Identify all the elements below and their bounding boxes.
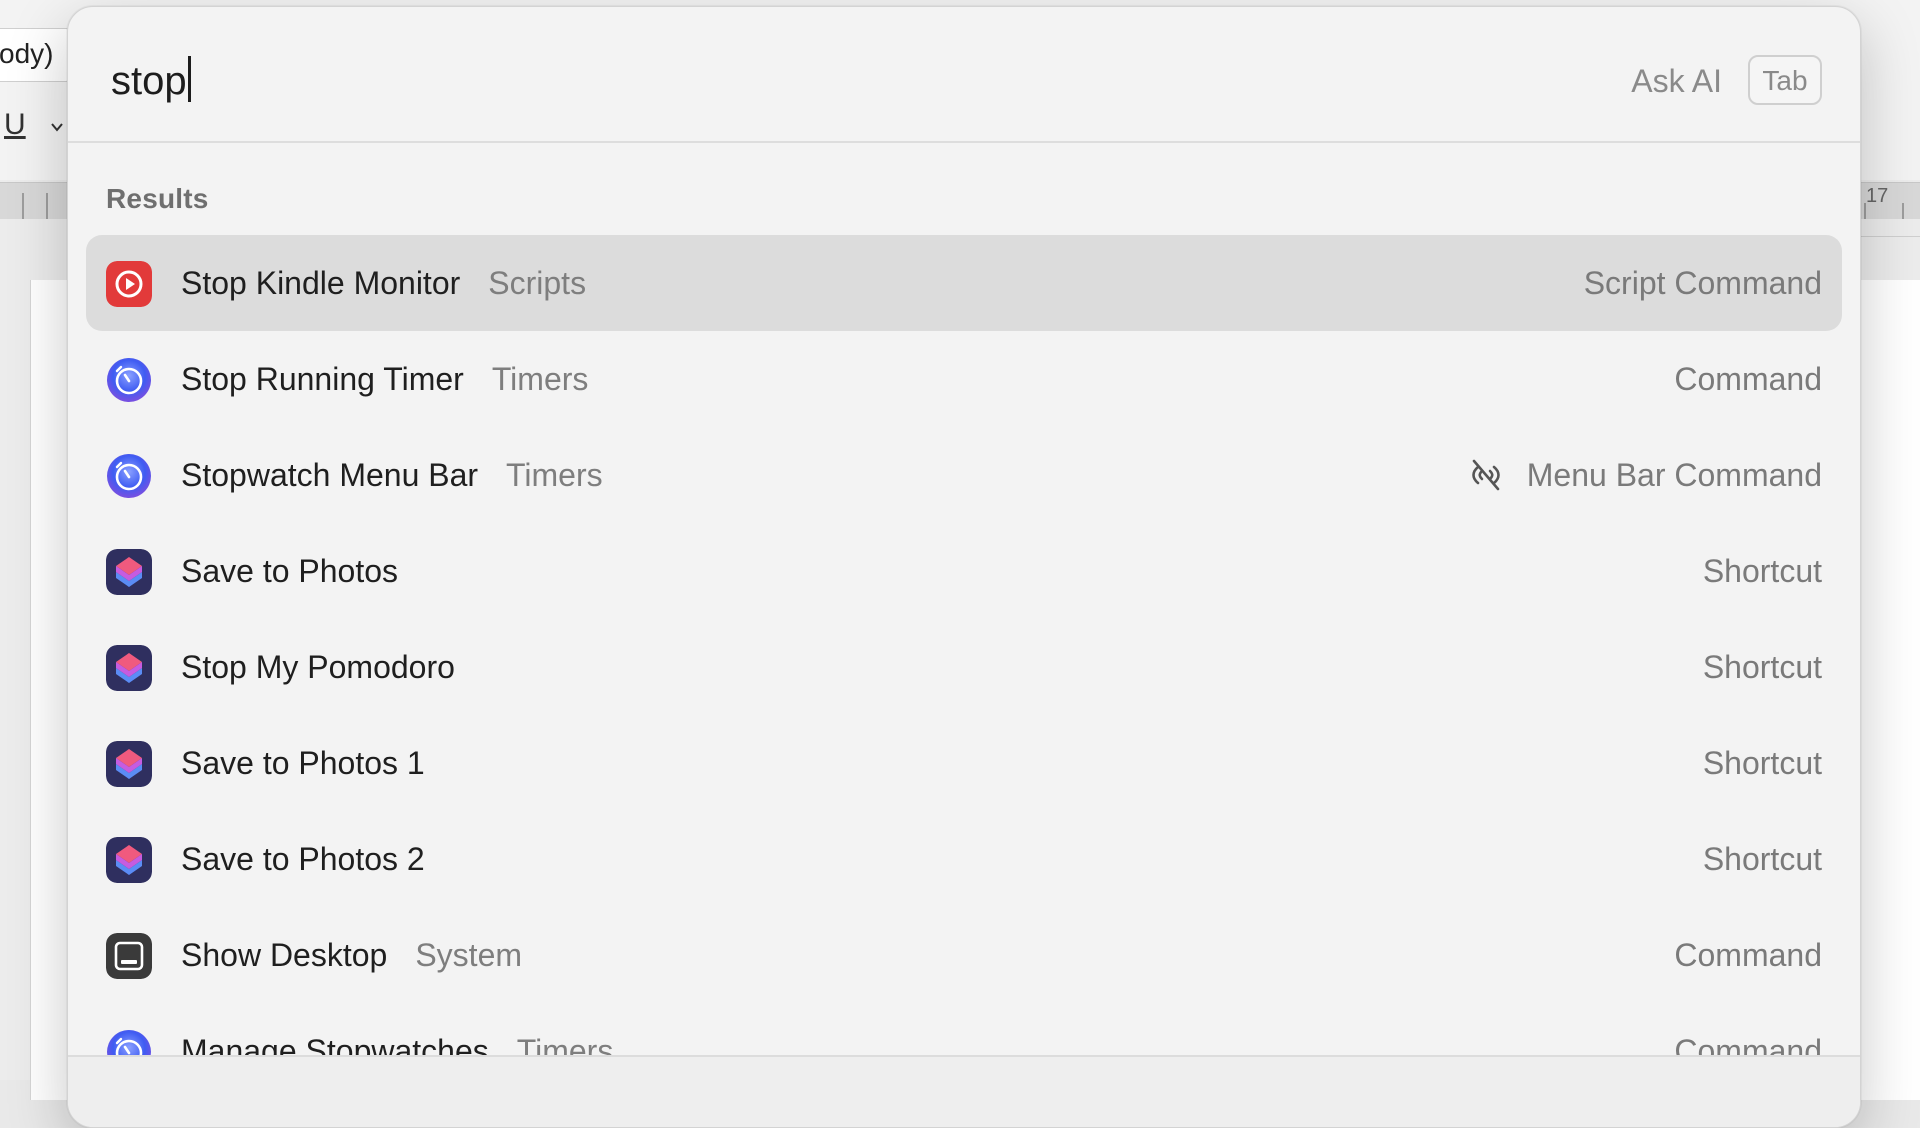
launcher-window: stop Ask AI Tab Results Stop Kindle Moni… — [67, 6, 1861, 1128]
result-row[interactable]: Stop Kindle Monitor Scripts Script Comman… — [86, 235, 1842, 331]
result-subtitle: System — [415, 937, 523, 973]
result-type: Shortcut — [1702, 553, 1822, 589]
ruler-number: 17 — [1866, 185, 1889, 207]
result-row[interactable]: Stop My Pomodoro Shortcut — [86, 619, 1842, 715]
result-row[interactable]: Show Desktop System Command — [86, 907, 1842, 1003]
divider — [1860, 236, 1920, 237]
result-type: Menu Bar Command — [1526, 457, 1822, 493]
result-type: Shortcut — [1702, 649, 1822, 685]
section-title: Results — [106, 183, 209, 214]
text-caret — [187, 56, 191, 102]
result-title: Stop Running Timer — [181, 361, 464, 397]
search-input[interactable]: stop — [111, 55, 191, 107]
result-row[interactable]: Stop Running Timer Timers Command — [86, 331, 1842, 427]
result-type: Script Command — [1583, 265, 1822, 301]
shortcuts-icon — [106, 837, 152, 883]
search-query: stop — [111, 59, 187, 103]
result-type: Shortcut — [1702, 841, 1822, 877]
result-type: Command — [1674, 361, 1822, 397]
result-title: Save to Photos 2 — [181, 841, 425, 877]
result-title: Show Desktop — [181, 937, 388, 973]
result-row[interactable]: Stopwatch Menu Bar Timers Menu Bar Comman… — [86, 427, 1842, 523]
tab-key-hint: Tab — [1748, 55, 1822, 105]
result-row[interactable]: Save to Photos 2 Shortcut — [86, 811, 1842, 907]
result-subtitle: Timers — [506, 457, 603, 493]
underline-button[interactable]: U — [4, 108, 26, 142]
result-row[interactable]: Save to Photos 1 Shortcut — [86, 715, 1842, 811]
timer-icon — [107, 454, 151, 498]
timer-icon — [107, 358, 151, 402]
result-type: Shortcut — [1702, 745, 1822, 781]
chevron-down-icon[interactable] — [50, 120, 64, 134]
results-list: Stop Kindle Monitor Scripts Script Comman… — [86, 235, 1842, 1099]
result-row[interactable]: Save to Photos Shortcut — [86, 523, 1842, 619]
result-title: Save to Photos — [181, 553, 399, 589]
script-command-icon — [106, 261, 152, 307]
result-title: Save to Photos 1 — [181, 745, 425, 781]
shortcuts-icon — [106, 645, 152, 691]
result-type: Command — [1674, 937, 1822, 973]
ruler-right: 17 — [1858, 182, 1920, 219]
shortcuts-icon — [106, 741, 152, 787]
menu-bar-disabled-icon — [1472, 459, 1500, 491]
result-title: Stop My Pomodoro — [181, 649, 455, 685]
ask-ai-label[interactable]: Ask AI — [1631, 61, 1722, 101]
show-desktop-icon — [106, 933, 152, 979]
result-title: Stopwatch Menu Bar — [181, 457, 479, 493]
action-bar — [68, 1055, 1860, 1127]
ruler-left — [0, 182, 68, 219]
result-subtitle: Scripts — [488, 265, 587, 301]
result-subtitle: Timers — [491, 361, 589, 397]
font-name-field[interactable]: ody) — [0, 28, 72, 82]
result-title: Stop Kindle Monitor — [181, 265, 461, 301]
search-bar: stop Ask AI Tab — [68, 7, 1860, 143]
shortcuts-icon — [106, 549, 152, 595]
document-page — [1860, 280, 1920, 1100]
